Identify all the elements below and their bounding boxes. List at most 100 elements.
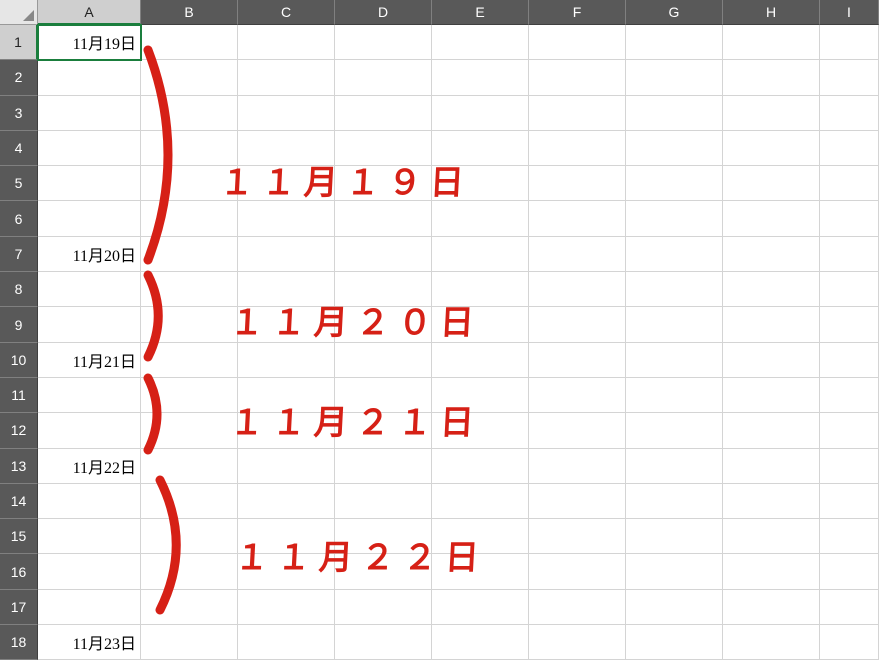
cell-H12[interactable] xyxy=(723,413,820,448)
cell-F15[interactable] xyxy=(529,519,626,554)
row-header-1[interactable]: 1 xyxy=(0,25,38,60)
cell-B8[interactable] xyxy=(141,272,238,307)
cell-D17[interactable] xyxy=(335,590,432,625)
cell-G18[interactable] xyxy=(626,625,723,660)
cell-A8[interactable] xyxy=(38,272,141,307)
cell-H13[interactable] xyxy=(723,449,820,484)
cell-B10[interactable] xyxy=(141,343,238,378)
cell-A12[interactable] xyxy=(38,413,141,448)
cell-G13[interactable] xyxy=(626,449,723,484)
cell-D4[interactable] xyxy=(335,131,432,166)
cell-B9[interactable] xyxy=(141,307,238,342)
cell-E16[interactable] xyxy=(432,554,529,589)
cell-A15[interactable] xyxy=(38,519,141,554)
cell-F6[interactable] xyxy=(529,201,626,236)
cell-C10[interactable] xyxy=(238,343,335,378)
cell-A18[interactable]: 11月23日 xyxy=(38,625,141,660)
cell-G14[interactable] xyxy=(626,484,723,519)
cell-G2[interactable] xyxy=(626,60,723,95)
cell-B16[interactable] xyxy=(141,554,238,589)
row-header-6[interactable]: 6 xyxy=(0,201,38,236)
cell-I17[interactable] xyxy=(820,590,879,625)
cell-E3[interactable] xyxy=(432,96,529,131)
cell-E8[interactable] xyxy=(432,272,529,307)
cell-B14[interactable] xyxy=(141,484,238,519)
row-header-4[interactable]: 4 xyxy=(0,131,38,166)
row-header-10[interactable]: 10 xyxy=(0,343,38,378)
cell-A16[interactable] xyxy=(38,554,141,589)
cell-I7[interactable] xyxy=(820,237,879,272)
cell-H1[interactable] xyxy=(723,25,820,60)
cell-C18[interactable] xyxy=(238,625,335,660)
cell-C13[interactable] xyxy=(238,449,335,484)
cell-D11[interactable] xyxy=(335,378,432,413)
cell-G3[interactable] xyxy=(626,96,723,131)
row-header-7[interactable]: 7 xyxy=(0,237,38,272)
cell-B4[interactable] xyxy=(141,131,238,166)
cell-F13[interactable] xyxy=(529,449,626,484)
cell-A5[interactable] xyxy=(38,166,141,201)
cell-B7[interactable] xyxy=(141,237,238,272)
row-header-2[interactable]: 2 xyxy=(0,60,38,95)
cell-C17[interactable] xyxy=(238,590,335,625)
cell-E2[interactable] xyxy=(432,60,529,95)
column-header-I[interactable]: I xyxy=(820,0,879,25)
cell-D18[interactable] xyxy=(335,625,432,660)
cell-I8[interactable] xyxy=(820,272,879,307)
cell-H8[interactable] xyxy=(723,272,820,307)
row-header-18[interactable]: 18 xyxy=(0,625,38,660)
column-header-B[interactable]: B xyxy=(141,0,238,25)
cell-D7[interactable] xyxy=(335,237,432,272)
cell-A7[interactable]: 11月20日 xyxy=(38,237,141,272)
cell-A9[interactable] xyxy=(38,307,141,342)
cell-F1[interactable] xyxy=(529,25,626,60)
cell-B3[interactable] xyxy=(141,96,238,131)
cell-G12[interactable] xyxy=(626,413,723,448)
row-header-9[interactable]: 9 xyxy=(0,307,38,342)
cell-B17[interactable] xyxy=(141,590,238,625)
cell-B2[interactable] xyxy=(141,60,238,95)
cell-I5[interactable] xyxy=(820,166,879,201)
cell-C6[interactable] xyxy=(238,201,335,236)
cell-E9[interactable] xyxy=(432,307,529,342)
cell-F16[interactable] xyxy=(529,554,626,589)
cell-F4[interactable] xyxy=(529,131,626,166)
cell-D8[interactable] xyxy=(335,272,432,307)
cell-H3[interactable] xyxy=(723,96,820,131)
cell-A14[interactable] xyxy=(38,484,141,519)
cell-D3[interactable] xyxy=(335,96,432,131)
select-all-corner[interactable] xyxy=(0,0,38,25)
cell-E17[interactable] xyxy=(432,590,529,625)
cell-E12[interactable] xyxy=(432,413,529,448)
cell-I10[interactable] xyxy=(820,343,879,378)
cell-D5[interactable] xyxy=(335,166,432,201)
cell-A13[interactable]: 11月22日 xyxy=(38,449,141,484)
cell-E14[interactable] xyxy=(432,484,529,519)
cell-F5[interactable] xyxy=(529,166,626,201)
cell-H2[interactable] xyxy=(723,60,820,95)
cell-C3[interactable] xyxy=(238,96,335,131)
cell-A10[interactable]: 11月21日 xyxy=(38,343,141,378)
row-header-15[interactable]: 15 xyxy=(0,519,38,554)
cell-C9[interactable] xyxy=(238,307,335,342)
cell-F17[interactable] xyxy=(529,590,626,625)
cell-D10[interactable] xyxy=(335,343,432,378)
row-header-11[interactable]: 11 xyxy=(0,378,38,413)
cell-H9[interactable] xyxy=(723,307,820,342)
column-header-H[interactable]: H xyxy=(723,0,820,25)
cell-C14[interactable] xyxy=(238,484,335,519)
cell-G9[interactable] xyxy=(626,307,723,342)
cell-G6[interactable] xyxy=(626,201,723,236)
row-header-17[interactable]: 17 xyxy=(0,590,38,625)
cell-B13[interactable] xyxy=(141,449,238,484)
cell-E7[interactable] xyxy=(432,237,529,272)
row-header-14[interactable]: 14 xyxy=(0,484,38,519)
cell-C16[interactable] xyxy=(238,554,335,589)
cell-F9[interactable] xyxy=(529,307,626,342)
cell-C1[interactable] xyxy=(238,25,335,60)
cell-G7[interactable] xyxy=(626,237,723,272)
cell-A4[interactable] xyxy=(38,131,141,166)
cell-F12[interactable] xyxy=(529,413,626,448)
cell-G1[interactable] xyxy=(626,25,723,60)
row-header-13[interactable]: 13 xyxy=(0,449,38,484)
